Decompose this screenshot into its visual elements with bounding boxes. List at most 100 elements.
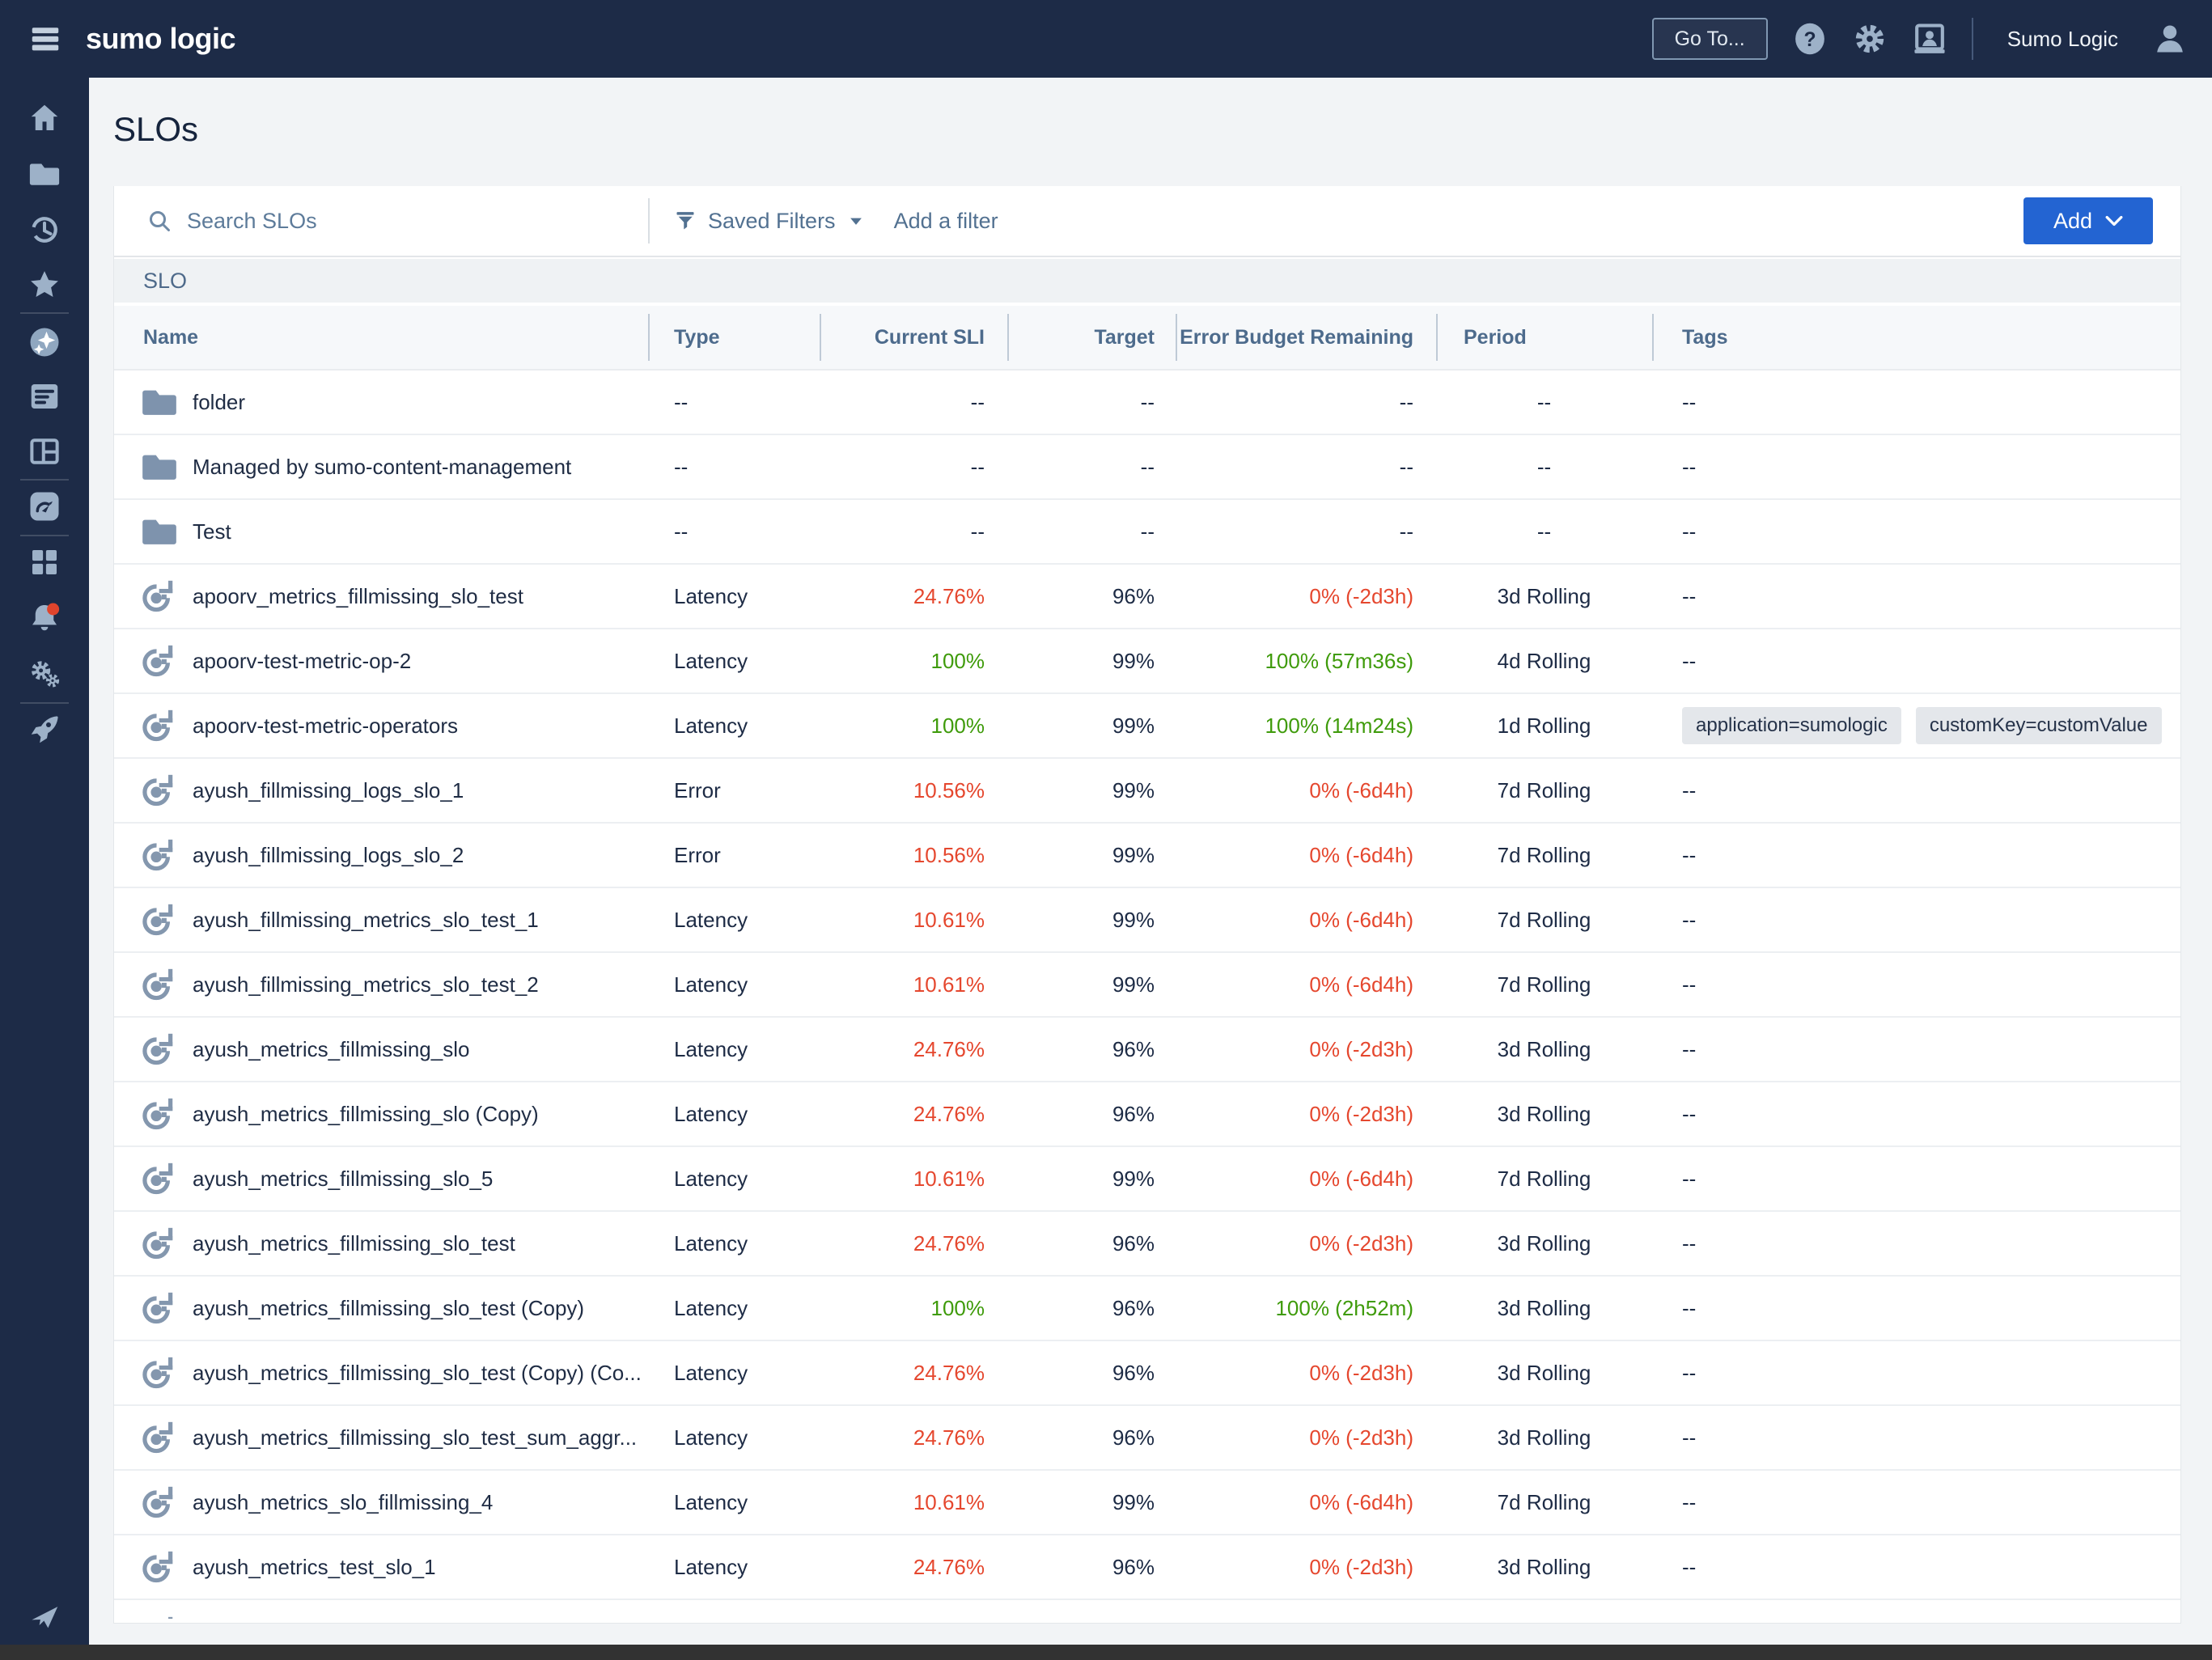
slo-gauge-icon [141,578,178,615]
column-header-type[interactable]: Type [648,306,820,369]
cell-period: -- [1436,435,1652,498]
cell-current-sli: 100% [820,1277,1007,1340]
sidebar-item-alerts-icon[interactable] [28,601,61,633]
slo-name-link[interactable]: ayush_metrics_fillmissing_slo [193,1037,469,1062]
column-header-target[interactable]: Target [1007,306,1176,369]
table-row-slo[interactable]: ayush_metrics_fillmissing_slo_testLatenc… [114,1212,2180,1277]
table-row-slo[interactable]: ayush_metrics_test_slo_1Latency24.76%96%… [114,1535,2180,1600]
table-row-slo[interactable]: ayush_metrics_fillmissing_slo_5 Latency10… [114,1147,2180,1212]
cell-current-sli: 24.76% [820,1535,1007,1599]
help-icon[interactable]: ? [1792,21,1828,57]
slo-name-link[interactable]: apoorv-test-metric-op-2 [193,649,411,674]
slo-name-link[interactable]: ayush_metrics_slo_fillmissing_4 [193,1490,493,1515]
slo-name-link[interactable]: ayush_metrics_fillmissing_slo_test (Copy… [193,1296,584,1321]
cell-name: ayush_metrics_slo_fillmissing_4 [114,1471,648,1534]
cell-current-sli: 10.61% [820,1147,1007,1210]
sidebar-item-apps-icon[interactable] [28,546,61,578]
account-card-icon[interactable] [1912,21,1947,57]
sidebar-item-administration-icon[interactable] [28,657,61,689]
app-logo[interactable]: sumo logic [86,22,235,56]
sidebar-item-favorites-icon[interactable] [28,269,61,301]
cell-current-sli: -- [820,371,1007,434]
cell-type: Latency [648,953,820,1016]
slo-name-link[interactable]: ayush_fillmissing_logs_slo_2 [193,843,464,868]
tag-chip[interactable]: customKey=customValue [1916,707,2162,744]
cell-current-sli: 24.76% [820,1018,1007,1081]
slo-name-link[interactable]: ayush_fillmissing_metrics_slo_test_2 [193,972,539,997]
cell-error-budget: 0% (-2d3h) [1176,1082,1436,1145]
hamburger-menu-icon[interactable] [29,23,61,55]
cell-period: 3d Rolling [1436,1535,1652,1599]
account-name[interactable]: Sumo Logic [1998,27,2128,52]
table-row-slo[interactable]: ayush_metrics_fillmissing_slo (Copy)Late… [114,1082,2180,1147]
slo-name-link[interactable]: apoorv_metrics_fillmissing_slo_test [193,584,523,609]
cell-error-budget: 0% (-2d3h) [1176,1406,1436,1469]
column-header-tags[interactable]: Tags [1652,306,2180,369]
slo-name-link[interactable]: ayush_metrics_test_slo_1 [193,1555,436,1580]
sidebar-item-recents-icon[interactable] [28,214,61,246]
cell-error-budget: 0% (-2d3h) [1176,1212,1436,1275]
folder-name-link[interactable]: folder [193,390,245,415]
cell-error-budget: -- [1176,371,1436,434]
cell-error-budget: 100% (57m36s) [1176,629,1436,692]
table-row-slo[interactable]: ayush_metrics_fillmissing_slo_test_sum_a… [114,1406,2180,1471]
sidebar-item-metrics-icon[interactable] [28,435,61,468]
table-row-slo[interactable] [114,1600,2180,1619]
table-row-slo[interactable]: ayush_metrics_fillmissing_slo_test (Copy… [114,1341,2180,1406]
goto-button[interactable]: Go To... [1652,18,1768,60]
saved-filters-dropdown[interactable]: Saved Filters [674,209,865,234]
folder-name-link[interactable]: Test [193,519,231,544]
add-button[interactable]: Add [2023,197,2153,244]
table-row-folder[interactable]: Managed by sumo-content-management------… [114,435,2180,500]
table-row-slo[interactable]: apoorv_metrics_fillmissing_slo_testLaten… [114,565,2180,629]
cell-period: 7d Rolling [1436,888,1652,951]
slo-gauge-icon [141,707,178,744]
table-row-slo[interactable]: apoorv-test-metric-op-2Latency100%99%100… [114,629,2180,694]
slo-name-link[interactable]: ayush_metrics_fillmissing_slo_test_sum_a… [193,1425,637,1450]
sidebar-item-log-search-icon[interactable] [28,380,61,413]
cell-error-budget: 100% (2h52m) [1176,1277,1436,1340]
search-input[interactable] [187,209,494,234]
add-filter-button[interactable]: Add a filter [894,209,998,234]
slo-name-link[interactable]: apoorv-test-metric-operators [193,714,458,739]
cell-type: Latency [648,1147,820,1210]
slo-gauge-icon [141,772,178,809]
sidebar-item-dashboards-icon[interactable] [28,490,61,523]
slo-gauge-icon [141,1031,178,1068]
folder-name-link[interactable]: Managed by sumo-content-management [193,455,571,480]
settings-gear-icon[interactable] [1852,21,1888,57]
slo-name-link[interactable]: ayush_metrics_fillmissing_slo_test (Copy… [193,1361,642,1386]
slo-name-link[interactable]: ayush_metrics_fillmissing_slo_5 [193,1167,493,1192]
column-header-current-sli[interactable]: Current SLI [820,306,1007,369]
table-row-slo[interactable]: ayush_fillmissing_logs_slo_1Error10.56%9… [114,759,2180,824]
sidebar-item-get-started-icon[interactable] [28,713,61,745]
cell-period: 3d Rolling [1436,1212,1652,1275]
table-row-folder[interactable]: Test------------ [114,500,2180,565]
avatar-icon[interactable] [2152,21,2188,57]
cell-name: ayush_metrics_fillmissing_slo_test [114,1212,648,1275]
table-row-folder[interactable]: folder------------ [114,371,2180,435]
sidebar-item-home-icon[interactable] [28,102,61,134]
table-row-slo[interactable]: ayush_metrics_fillmissing_slo_test (Copy… [114,1277,2180,1341]
sidebar-item-library-icon[interactable] [28,158,61,190]
column-header-period[interactable]: Period [1436,306,1652,369]
table-row-slo[interactable]: ayush_fillmissing_metrics_slo_test_1Late… [114,888,2180,953]
slo-name-link[interactable]: ayush_metrics_fillmissing_slo (Copy) [193,1102,539,1127]
tag-chip[interactable]: application=sumologic [1682,707,1901,744]
table-row-slo[interactable]: ayush_metrics_fillmissing_sloLatency24.7… [114,1018,2180,1082]
slo-name-link[interactable]: ayush_metrics_fillmissing_slo_test [193,1231,515,1256]
slo-name-link[interactable]: ayush_fillmissing_logs_slo_1 [193,778,464,803]
table-row-slo[interactable]: ayush_metrics_slo_fillmissing_4Latency10… [114,1471,2180,1535]
slo-name-link[interactable]: ayush_fillmissing_metrics_slo_test_1 [193,908,539,933]
column-header-name[interactable]: Name [114,306,648,369]
cell-period: 1d Rolling [1436,694,1652,757]
sidebar-item-copilot-icon[interactable] [28,326,61,358]
table-row-slo[interactable]: ayush_fillmissing_logs_slo_2Error10.56%9… [114,824,2180,888]
column-header-error-budget-remaining[interactable]: Error Budget Remaining [1176,306,1436,369]
table-row-slo[interactable]: ayush_fillmissing_metrics_slo_test_2 Late… [114,953,2180,1018]
search-box[interactable] [114,208,648,234]
sidebar-divider [20,535,69,536]
sidebar-item-feedback-icon[interactable] [28,1600,61,1632]
table-row-slo[interactable]: apoorv-test-metric-operatorsLatency100%9… [114,694,2180,759]
cell-target: 96% [1007,1406,1176,1469]
